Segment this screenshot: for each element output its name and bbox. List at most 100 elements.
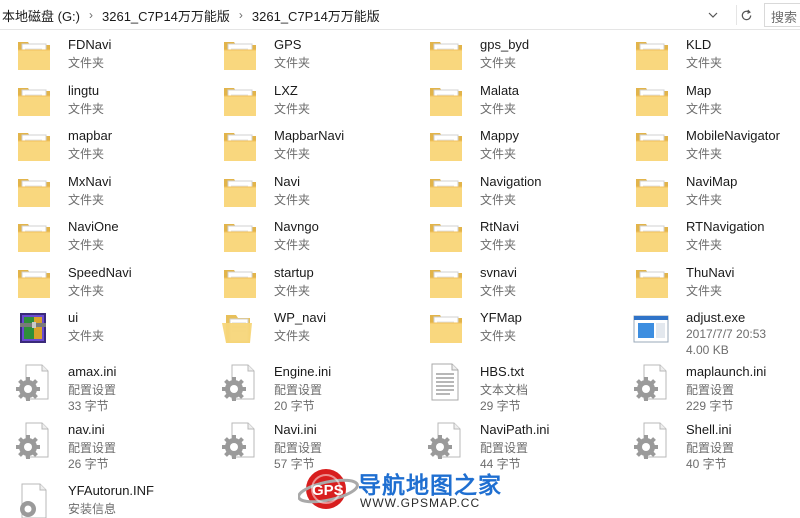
file-item[interactable]: Shell.ini 配置设置 40 字节 xyxy=(632,418,800,471)
address-bar[interactable]: 本地磁盘 (G:) › 3261_C7P14万万能版 › 3261_C7P14万… xyxy=(0,0,800,30)
file-name: ui xyxy=(68,310,79,325)
file-item[interactable]: Mappy 文件夹 xyxy=(426,124,616,168)
file-name: KLD xyxy=(686,37,712,52)
file-name: YFMap xyxy=(480,310,522,325)
file-item[interactable]: KLD 文件夹 xyxy=(632,33,800,77)
file-type: 文件夹 xyxy=(274,329,311,343)
file-name: NaviMap xyxy=(686,174,738,189)
file-item[interactable]: NaviMap 文件夹 xyxy=(632,170,800,214)
file-type: 文件夹 xyxy=(480,56,517,70)
file-type: 文件夹 xyxy=(68,147,105,161)
file-item[interactable]: Navi 文件夹 xyxy=(220,170,410,214)
folder-icon xyxy=(220,218,260,256)
folder-icon xyxy=(426,309,466,347)
watermark-title: 导航地图之家 xyxy=(358,473,502,499)
file-item[interactable]: mapbar 文件夹 xyxy=(14,124,204,168)
file-item[interactable]: Engine.ini 配置设置 20 字节 xyxy=(220,360,410,413)
file-item[interactable]: nav.ini 配置设置 26 字节 xyxy=(14,418,204,471)
file-item[interactable]: startup 文件夹 xyxy=(220,261,410,305)
refresh-button[interactable] xyxy=(736,5,756,25)
file-item[interactable]: YFMap 文件夹 xyxy=(426,306,616,350)
file-size: 20 字节 xyxy=(274,399,315,413)
winrar-archive-icon xyxy=(14,309,54,347)
folder-icon xyxy=(220,36,260,74)
file-type: 文件夹 xyxy=(68,329,105,343)
file-item[interactable]: ThuNavi 文件夹 xyxy=(632,261,800,305)
breadcrumb[interactable]: 本地磁盘 (G:) › 3261_C7P14万万能版 › 3261_C7P14万… xyxy=(0,0,700,30)
file-name: Navi.ini xyxy=(274,422,317,437)
file-name: SpeedNavi xyxy=(68,265,132,280)
text-document-icon xyxy=(426,363,466,401)
file-item[interactable]: WP_navi 文件夹 xyxy=(220,306,410,350)
file-type: 文件夹 xyxy=(480,193,517,207)
file-type: 文件夹 xyxy=(274,147,311,161)
folder-icon xyxy=(14,218,54,256)
file-item[interactable]: MobileNavigator 文件夹 xyxy=(632,124,800,168)
file-name: Engine.ini xyxy=(274,364,332,379)
file-type: 文件夹 xyxy=(686,102,723,116)
file-item[interactable]: Malata 文件夹 xyxy=(426,79,616,123)
file-type: 文件夹 xyxy=(68,56,105,70)
folder-icon xyxy=(14,173,54,211)
file-item[interactable]: LXZ 文件夹 xyxy=(220,79,410,123)
file-item[interactable]: Navi.ini 配置设置 57 字节 xyxy=(220,418,410,471)
file-item[interactable]: RtNavi 文件夹 xyxy=(426,215,616,259)
file-type: 文件夹 xyxy=(274,56,311,70)
breadcrumb-folder[interactable]: 3261_C7P14万万能版 xyxy=(100,6,232,25)
folder-icon xyxy=(220,82,260,120)
chevron-right-icon[interactable]: › xyxy=(82,8,100,22)
file-type: 文件夹 xyxy=(274,238,311,252)
watermark-url: WWW.GPSMAP.CC xyxy=(360,496,481,510)
file-item[interactable]: NaviPath.ini 配置设置 44 字节 xyxy=(426,418,616,471)
file-item[interactable]: Navigation 文件夹 xyxy=(426,170,616,214)
file-type: 文件夹 xyxy=(686,56,723,70)
file-name: gps_byd xyxy=(480,37,530,52)
file-item[interactable]: maplaunch.ini 配置设置 229 字节 xyxy=(632,360,800,413)
file-type: 文件夹 xyxy=(480,102,517,116)
file-type: 文件夹 xyxy=(274,193,311,207)
folder-icon xyxy=(426,127,466,165)
gps-logo-icon: GPS xyxy=(298,469,359,509)
file-item[interactable]: GPS 文件夹 xyxy=(220,33,410,77)
file-item[interactable]: ui 文件夹 xyxy=(14,306,204,350)
file-type: 配置设置 xyxy=(686,383,735,397)
file-name: nav.ini xyxy=(68,422,105,437)
file-type: 配置设置 xyxy=(68,441,117,455)
address-history-dropdown-button[interactable] xyxy=(704,5,722,25)
folder-icon xyxy=(632,264,672,302)
file-item[interactable]: SpeedNavi 文件夹 xyxy=(14,261,204,305)
file-item[interactable]: Map 文件夹 xyxy=(632,79,800,123)
gear-settings-file-icon xyxy=(426,421,466,459)
file-item[interactable]: svnavi 文件夹 xyxy=(426,261,616,305)
file-item[interactable]: adjust.exe 2017/7/7 20:53 4.00 KB xyxy=(632,306,800,357)
file-type: 文本文档 xyxy=(480,383,529,397)
file-item[interactable]: FDNavi 文件夹 xyxy=(14,33,204,77)
file-item[interactable]: MxNavi 文件夹 xyxy=(14,170,204,214)
file-item[interactable]: gps_byd 文件夹 xyxy=(426,33,616,77)
file-item[interactable]: YFAutorun.INF 安装信息 xyxy=(14,479,204,518)
file-size: 29 字节 xyxy=(480,399,521,413)
search-input[interactable]: 搜索 xyxy=(764,3,800,27)
file-name: Mappy xyxy=(480,128,520,143)
file-name: amax.ini xyxy=(68,364,117,379)
file-type: 安装信息 xyxy=(68,502,117,516)
folder-icon xyxy=(14,36,54,74)
file-item[interactable]: lingtu 文件夹 xyxy=(14,79,204,123)
file-item[interactable]: RTNavigation 文件夹 xyxy=(632,215,800,259)
file-item[interactable]: HBS.txt 文本文档 29 字节 xyxy=(426,360,616,413)
folder-icon xyxy=(220,173,260,211)
file-item[interactable]: amax.ini 配置设置 33 字节 xyxy=(14,360,204,413)
file-size: 40 字节 xyxy=(686,457,727,471)
breadcrumb-current-folder[interactable]: 3261_C7P14万万能版 xyxy=(250,6,382,25)
chevron-right-icon[interactable]: › xyxy=(232,8,250,22)
file-type: 文件夹 xyxy=(686,238,723,252)
file-name: maplaunch.ini xyxy=(686,364,767,379)
file-size: 4.00 KB xyxy=(686,343,729,357)
file-item[interactable]: NaviOne 文件夹 xyxy=(14,215,204,259)
file-item[interactable]: Navngo 文件夹 xyxy=(220,215,410,259)
file-name: WP_navi xyxy=(274,310,327,325)
folder-icon xyxy=(632,173,672,211)
file-type: 文件夹 xyxy=(68,238,105,252)
file-item[interactable]: MapbarNavi 文件夹 xyxy=(220,124,410,168)
breadcrumb-drive[interactable]: 本地磁盘 (G:) xyxy=(0,6,82,25)
